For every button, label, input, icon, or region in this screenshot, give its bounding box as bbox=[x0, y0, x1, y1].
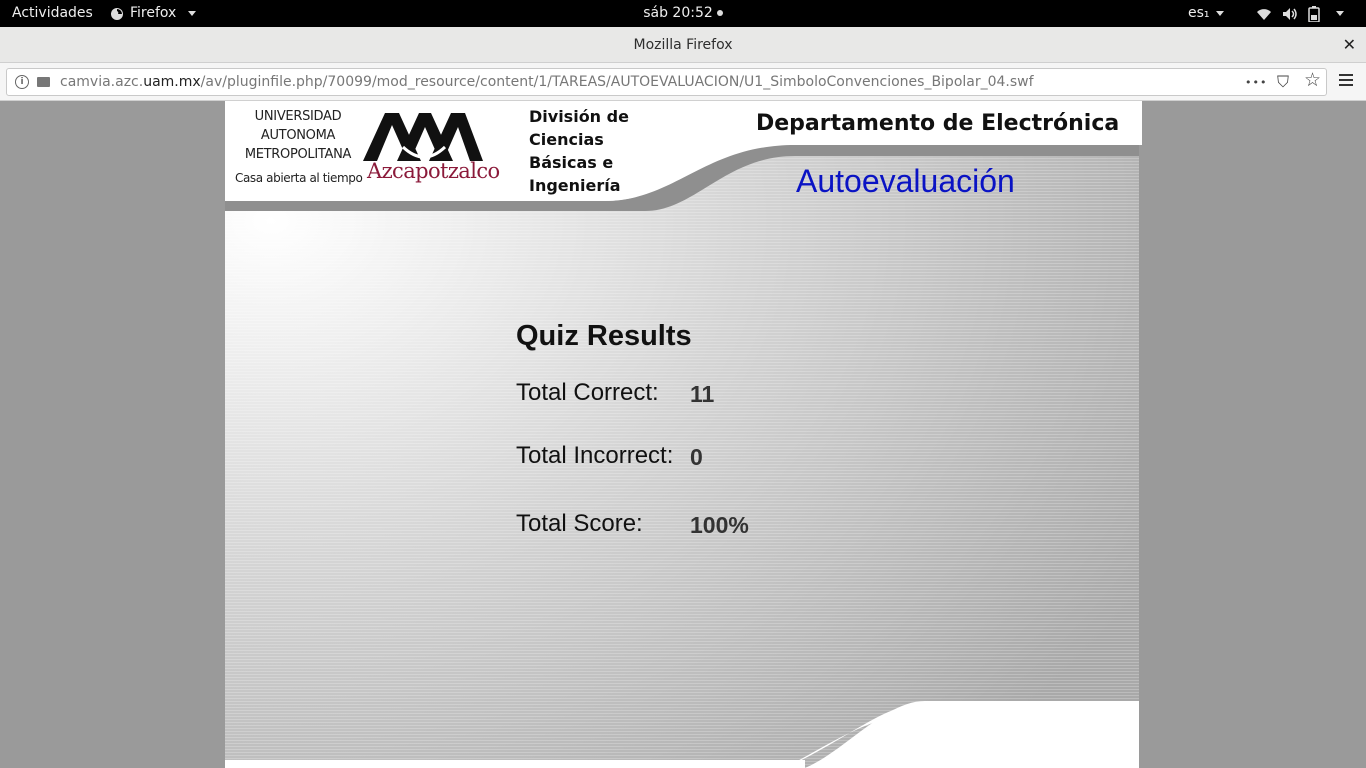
wifi-icon bbox=[1257, 8, 1271, 20]
window-title-bar: Mozilla Firefox ✕ bbox=[0, 27, 1366, 63]
status-menu[interactable] bbox=[1256, 0, 1344, 27]
language-indicator[interactable]: es₁ bbox=[1188, 0, 1224, 27]
division-line-4: Ingeniería bbox=[529, 176, 621, 195]
close-window-button[interactable]: ✕ bbox=[1343, 27, 1356, 63]
pocket-icon[interactable]: ⛉ bbox=[1277, 72, 1289, 92]
activities-button[interactable]: Actividades bbox=[12, 0, 93, 27]
quiz-results-title: Quiz Results bbox=[516, 320, 692, 352]
page-icon bbox=[37, 77, 50, 87]
total-score-label: Total Score: bbox=[516, 510, 643, 537]
section-title: Autoevaluación bbox=[796, 163, 1015, 199]
chevron-down-icon bbox=[188, 11, 197, 16]
clock-container: sáb 20:52 bbox=[0, 0, 1366, 27]
division-line-3: Básicas e bbox=[529, 153, 614, 172]
university-line-1: UNIVERSIDAD bbox=[254, 109, 342, 124]
url-path: /av/pluginfile.php/70099/mod_resource/co… bbox=[200, 74, 1034, 90]
close-icon: ✕ bbox=[1342, 35, 1356, 54]
flash-content: UNIVERSIDAD AUTONOMA METROPOLITANA Casa … bbox=[225, 101, 1142, 768]
division-line-2: Ciencias bbox=[529, 130, 604, 149]
url-domain: uam.mx bbox=[143, 74, 201, 90]
firefox-icon bbox=[111, 7, 123, 20]
address-bar[interactable]: i camvia.azc.uam.mx/av/pluginfile.php/70… bbox=[6, 68, 1327, 96]
university-tagline: Casa abierta al tiempo bbox=[235, 171, 363, 185]
app-menu-label: Firefox bbox=[130, 5, 177, 21]
system-top-bar: Actividades Firefox sáb 20:52 es₁ bbox=[0, 0, 1366, 27]
total-score-value: 100% bbox=[690, 512, 749, 538]
uam-logo-icon bbox=[363, 113, 483, 161]
site-info-icon[interactable]: i bbox=[15, 75, 29, 89]
clock-button[interactable]: sáb 20:52 bbox=[643, 5, 723, 21]
department-title: Departamento de Electrónica bbox=[756, 111, 1120, 136]
power-menu-icon bbox=[1336, 11, 1344, 16]
hamburger-menu-icon[interactable] bbox=[1339, 74, 1353, 89]
clock-label: sáb 20:52 bbox=[643, 5, 713, 21]
window-title: Mozilla Firefox bbox=[633, 37, 733, 53]
url-prefix: camvia.azc. bbox=[60, 74, 144, 90]
battery-icon bbox=[1308, 5, 1320, 22]
total-incorrect-label: Total Incorrect: bbox=[516, 442, 674, 469]
division-line-1: División de bbox=[529, 107, 629, 126]
division-name: División de Ciencias Básicas e Ingenierí… bbox=[529, 105, 629, 197]
bookmark-star-icon[interactable]: ☆ bbox=[1304, 70, 1321, 90]
browser-toolbar: i camvia.azc.uam.mx/av/pluginfile.php/70… bbox=[0, 63, 1366, 101]
university-name: UNIVERSIDAD AUTONOMA METROPOLITANA bbox=[233, 107, 363, 164]
page-actions-icon[interactable]: ••• bbox=[1245, 73, 1267, 93]
university-line-2: AUTONOMA bbox=[260, 128, 336, 143]
url-text[interactable]: camvia.azc.uam.mx/av/pluginfile.php/7009… bbox=[60, 69, 1034, 95]
campus-name: Azcapotzalco bbox=[367, 159, 500, 183]
stage-background bbox=[225, 101, 1142, 768]
app-menu-button[interactable]: Firefox bbox=[110, 0, 197, 27]
total-correct-label: Total Correct: bbox=[516, 379, 659, 406]
volume-icon bbox=[1283, 7, 1297, 20]
language-label: es₁ bbox=[1188, 5, 1210, 21]
chevron-down-icon bbox=[1215, 10, 1224, 16]
university-line-3: METROPOLITANA bbox=[244, 147, 352, 162]
total-correct-value: 11 bbox=[690, 381, 715, 407]
notification-dot-icon bbox=[716, 10, 723, 16]
total-incorrect-value: 0 bbox=[690, 444, 703, 470]
